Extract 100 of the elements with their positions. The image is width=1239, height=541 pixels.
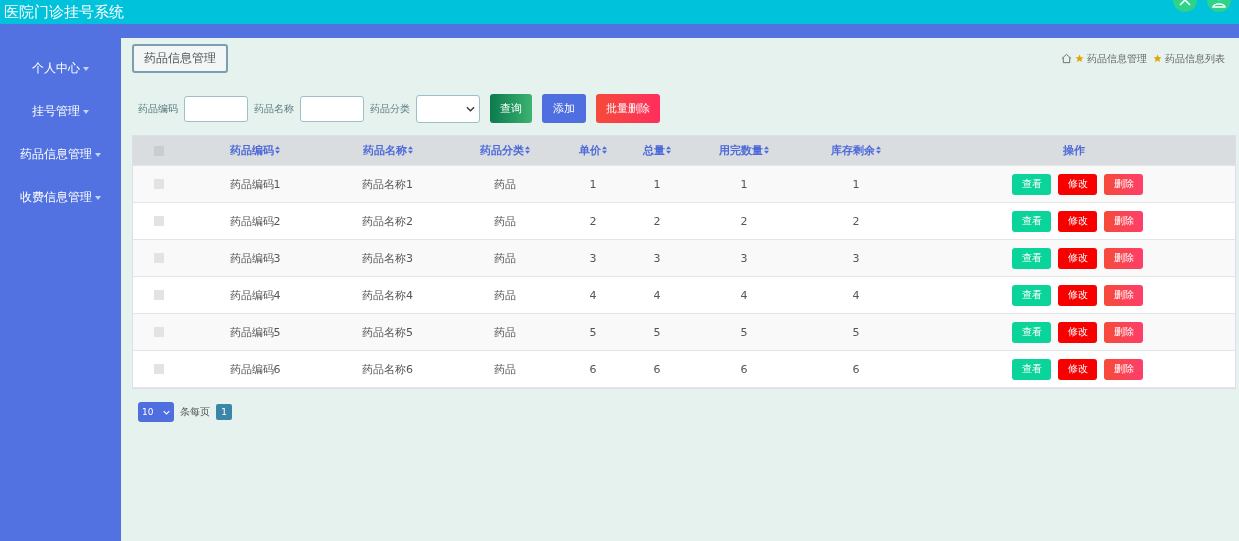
- table-cell: 2: [589, 214, 597, 228]
- home-icon[interactable]: [1061, 53, 1072, 64]
- breadcrumb-item[interactable]: 药品信息列表: [1165, 51, 1225, 66]
- table-cell: 药品编码1: [229, 177, 281, 191]
- sidebar-item[interactable]: 收费信息管理: [0, 179, 121, 222]
- sort-icon[interactable]: [525, 146, 530, 154]
- edit-button[interactable]: 修改: [1058, 210, 1097, 232]
- table-cell: 1: [653, 177, 661, 191]
- column-header[interactable]: 药品名称: [362, 144, 407, 157]
- field-label: 药品编码: [138, 101, 178, 116]
- sidebar-item[interactable]: 药品信息管理: [0, 136, 121, 179]
- add-button[interactable]: 添加: [542, 94, 586, 123]
- table-cell: 4: [589, 288, 597, 302]
- delete-button[interactable]: 批量删除: [596, 94, 660, 123]
- caret-icon: [83, 109, 89, 114]
- sort-icon[interactable]: [876, 146, 881, 154]
- view-button[interactable]: 查看: [1012, 173, 1051, 195]
- table-cell: 药品名称3: [362, 251, 413, 265]
- view-button[interactable]: 查看: [1012, 321, 1051, 343]
- table-cell: 1: [852, 177, 860, 191]
- sidebar-item[interactable]: 个人中心: [0, 50, 121, 93]
- sort-icon[interactable]: [764, 146, 769, 154]
- table-cell: 药品: [494, 251, 516, 265]
- star-icon: [1075, 54, 1084, 63]
- chevron-icon: [466, 105, 475, 112]
- table-cell: 药品: [494, 288, 516, 302]
- table-cell: 5: [589, 325, 597, 339]
- input-field[interactable]: [184, 95, 248, 122]
- caret-icon: [95, 195, 101, 200]
- delete-button[interactable]: 删除: [1104, 358, 1143, 380]
- view-button[interactable]: 查看: [1012, 284, 1051, 306]
- table-cell: 药品: [494, 214, 516, 228]
- column-header: 操作: [1062, 144, 1085, 157]
- table-cell: 药品编码4: [229, 288, 281, 302]
- table-cell: 药品编码3: [229, 251, 281, 265]
- input-field[interactable]: [300, 95, 364, 122]
- view-button[interactable]: 查看: [1012, 358, 1051, 380]
- sort-icon[interactable]: [407, 146, 413, 154]
- checkbox[interactable]: [154, 216, 164, 226]
- table-cell: 5: [740, 325, 748, 339]
- table-cell: 药品名称4: [362, 288, 413, 302]
- table-cell: 3: [740, 251, 748, 265]
- chevron-icon: [163, 409, 170, 415]
- edit-button[interactable]: 修改: [1058, 284, 1097, 306]
- table-cell: 2: [653, 214, 661, 228]
- table-cell: 1: [740, 177, 748, 191]
- dropdown[interactable]: [416, 94, 480, 123]
- table-cell: 5: [653, 325, 661, 339]
- table-cell: 药品名称1: [362, 177, 413, 191]
- sort-icon[interactable]: [275, 146, 280, 154]
- delete-button[interactable]: 删除: [1104, 173, 1143, 195]
- delete-button[interactable]: 删除: [1104, 247, 1143, 269]
- column-header[interactable]: 药品编码: [230, 144, 274, 157]
- column-header[interactable]: 药品分类: [480, 144, 524, 157]
- breadcrumb-item[interactable]: 药品信息管理: [1087, 51, 1147, 66]
- column-header[interactable]: 单价: [579, 144, 601, 157]
- table-cell: 药品名称6: [362, 362, 413, 376]
- checkbox[interactable]: [154, 364, 164, 374]
- table-cell: 3: [852, 251, 860, 265]
- delete-button[interactable]: 删除: [1104, 284, 1143, 306]
- caret-icon: [83, 66, 89, 71]
- edit-button[interactable]: 修改: [1058, 321, 1097, 343]
- table-cell: 6: [852, 362, 860, 376]
- view-button[interactable]: 查看: [1012, 210, 1051, 232]
- page-title: 药品信息管理: [132, 44, 228, 73]
- table-cell: 药品名称5: [362, 325, 413, 339]
- edit-button[interactable]: 修改: [1058, 247, 1097, 269]
- table-cell: 6: [653, 362, 661, 376]
- page-size-label: 条每页: [180, 405, 210, 419]
- column-header[interactable]: 库存剩余: [831, 144, 875, 157]
- table-cell: 药品编码5: [229, 325, 281, 339]
- sort-icon[interactable]: [602, 146, 607, 154]
- table-cell: 药品编码2: [229, 214, 281, 228]
- delete-button[interactable]: 删除: [1104, 321, 1143, 343]
- table-cell: 3: [653, 251, 661, 265]
- column-header[interactable]: 用完数量: [719, 144, 763, 157]
- view-button[interactable]: 查看: [1012, 247, 1051, 269]
- table-cell: 5: [852, 325, 860, 339]
- table-cell: 6: [740, 362, 748, 376]
- table-cell: 3: [589, 251, 597, 265]
- field-label: 药品名称: [254, 101, 294, 116]
- delete-button[interactable]: 删除: [1104, 210, 1143, 232]
- table-cell: 药品: [494, 362, 516, 376]
- field-label: 药品分类: [370, 101, 410, 116]
- checkbox[interactable]: [154, 290, 164, 300]
- edit-button[interactable]: 修改: [1058, 358, 1097, 380]
- table-cell: 药品名称2: [362, 214, 413, 228]
- page-size-select[interactable]: 10: [138, 402, 174, 422]
- table-cell: 药品编码6: [229, 362, 281, 376]
- edit-button[interactable]: 修改: [1058, 173, 1097, 195]
- app-title: 医院门诊挂号系统: [4, 3, 124, 21]
- table-cell: 2: [740, 214, 748, 228]
- column-header[interactable]: 总量: [643, 144, 665, 157]
- table-cell: 4: [653, 288, 661, 302]
- table-cell: 药品: [494, 177, 516, 191]
- page-button[interactable]: 1: [216, 404, 232, 420]
- table-cell: 1: [589, 177, 597, 191]
- search-button[interactable]: 查询: [490, 94, 532, 123]
- sidebar-item[interactable]: 挂号管理: [0, 93, 121, 136]
- sort-icon[interactable]: [666, 146, 671, 154]
